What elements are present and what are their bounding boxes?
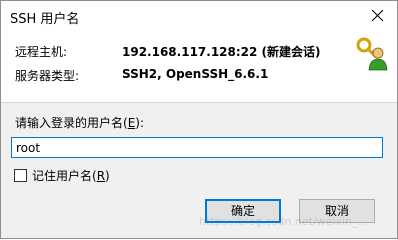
ok-button[interactable]: 确定 [205, 199, 281, 223]
checkbox-box[interactable] [14, 169, 27, 182]
session-info: 远程主机: 192.168.117.128:22 (新建会话) 服务器类型: S… [1, 32, 397, 102]
username-prompt: 请输入登录的用户名(E): [15, 116, 145, 130]
ssh-username-dialog: SSH 用户名 远程主机: 192.168.117.128:22 (新建会话) … [0, 0, 398, 239]
close-icon [372, 10, 384, 22]
window-title: SSH 用户名 [10, 12, 80, 27]
cancel-button[interactable]: 取消 [299, 199, 375, 223]
username-input[interactable] [11, 137, 383, 158]
remote-host-label: 远程主机: [15, 45, 68, 59]
keys-user-icon [356, 37, 388, 71]
close-button[interactable] [359, 1, 397, 32]
server-type-value: SSH2, OpenSSH_6.6.1 [122, 67, 269, 81]
remember-username-checkbox[interactable]: 记住用户名(R) [14, 168, 110, 183]
title-bar[interactable]: SSH 用户名 [1, 1, 397, 32]
remote-host-value: 192.168.117.128:22 (新建会话) [122, 45, 321, 59]
remember-username-label[interactable]: 记住用户名(R) [32, 167, 110, 184]
form-area: 请输入登录的用户名(E): 记住用户名(R) 确定 取消 https://blo… [1, 103, 397, 238]
server-type-label: 服务器类型: [15, 69, 80, 83]
